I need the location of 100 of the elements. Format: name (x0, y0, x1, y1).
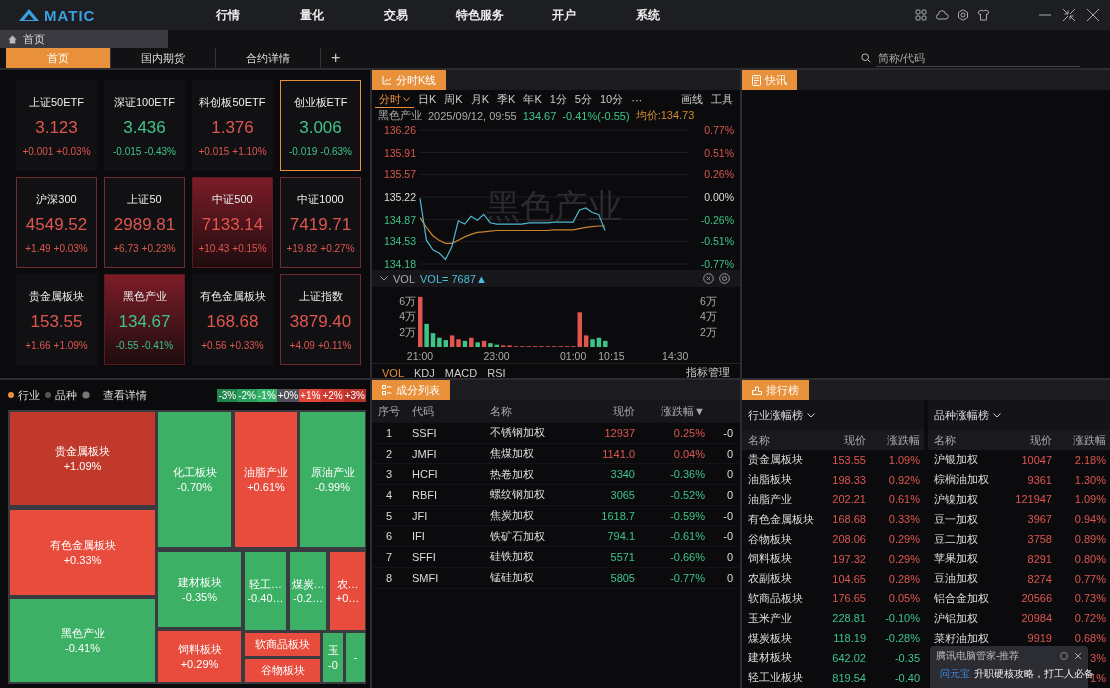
table-cell: 0.73% (1074, 592, 1106, 605)
period-tab[interactable]: 10分 (595, 92, 628, 107)
table-cell-text: -0.36% (669, 468, 705, 481)
index-tile[interactable]: 上证50 2989.81 +6.73 +0.23% (104, 177, 185, 268)
period-tab[interactable]: 月K (466, 92, 494, 107)
index-tile[interactable]: 创业板ETF 3.006 -0.019 -0.63% (280, 80, 361, 171)
nav-menu-item[interactable]: 量化 (282, 6, 342, 24)
page-tab[interactable]: 国内期货 (111, 48, 216, 68)
add-tab-button[interactable]: + (321, 49, 351, 67)
indicator-tab[interactable]: RSI (483, 366, 510, 378)
popup-brand-link[interactable]: 问元宝 (940, 667, 970, 681)
tile-value: 1.376 (211, 117, 254, 138)
page-tab[interactable]: 合约详情 (216, 48, 321, 68)
tile-percent: +0.03% (56, 145, 91, 157)
breadcrumb-label[interactable]: 首页 (23, 31, 45, 47)
close-icon[interactable] (1086, 8, 1100, 22)
tile-value: 153.55 (30, 311, 83, 332)
index-tile[interactable]: 黑色产业 134.67 -0.55 -0.41% (104, 274, 185, 365)
treemap-tile[interactable]: 贵金属板块 +1.09% (10, 412, 155, 505)
chart-tool-button[interactable]: 工具 (707, 92, 737, 107)
nav-menu-item[interactable]: 特色服务 (450, 6, 510, 24)
average-price: 均价:134.73 (635, 108, 695, 123)
mode-radio[interactable]: 品种 (45, 387, 77, 403)
column-header[interactable]: 涨跌幅▼ (635, 403, 705, 419)
table-cell: 煤炭板块 (748, 631, 792, 644)
table-cell: 0.05% (888, 592, 920, 605)
table-cell-text: 热卷加权 (490, 466, 535, 482)
period-tab[interactable]: ··· (627, 93, 647, 106)
chart-tool-button[interactable]: 画线 (677, 92, 707, 107)
column-header[interactable]: 名称 (490, 403, 580, 419)
cloud-icon[interactable] (935, 10, 949, 20)
tile-name: 黑色产业 (122, 288, 167, 304)
treemap-tile[interactable]: 有色金属板块 +0.33% (10, 510, 155, 595)
table-cell: 轻工业板块 (748, 671, 803, 684)
column-header[interactable]: 名称 (934, 432, 1006, 448)
treemap-tile[interactable]: 油脂产业 +0.61% (235, 412, 297, 547)
indicator-tab[interactable]: MACD (440, 366, 482, 378)
table-cell-text: 1618.7 (600, 509, 635, 522)
column-header[interactable]: 现价 (1006, 432, 1052, 448)
board-dropdown[interactable]: 行业涨幅榜 (748, 407, 803, 423)
shirt-icon[interactable] (977, 9, 990, 21)
nav-menu-item[interactable]: 交易 (366, 6, 426, 24)
column-header[interactable]: 现价 (580, 403, 635, 419)
column-header[interactable]: 代码 (404, 403, 490, 419)
mode-radio[interactable]: 行业 (8, 387, 40, 403)
tile-percent: +0.33% (229, 339, 264, 351)
chevron-down-icon[interactable] (993, 412, 1001, 418)
column-header[interactable]: 名称 (748, 432, 820, 448)
tile-name: 科创板50ETF (199, 94, 266, 110)
treemap-tile[interactable]: 软商品板块 (245, 633, 320, 656)
price-axis-label: 135.22 (383, 191, 416, 203)
period-tab[interactable]: 日K (414, 92, 441, 107)
treemap-tile[interactable]: 农… +0… (330, 552, 365, 630)
index-tile[interactable]: 中证500 7133.14 +10.43 +0.15% (192, 177, 273, 268)
treemap-tile[interactable]: 饲料板块 +0.29% (158, 631, 241, 682)
period-tab[interactable]: 1分 (545, 92, 571, 107)
tile-percent: +0.23% (141, 242, 176, 254)
column-header[interactable]: 序号 (372, 403, 404, 419)
indicator-manage-button[interactable]: 指标管理 (682, 365, 734, 378)
table-cell: 饲料板块 (748, 552, 792, 565)
treemap-tile[interactable]: 谷物板块 (245, 659, 320, 682)
tile-change: +1.66 (25, 339, 51, 351)
close-icon[interactable] (1074, 652, 1082, 660)
tile-percent: +0.11% (317, 339, 352, 351)
table-cell: -0.10% (885, 612, 920, 625)
indicator-tab[interactable]: VOL (378, 366, 408, 378)
index-tile[interactable]: 科创板50ETF 1.376 +0.015 +1.10% (192, 80, 273, 171)
volume-axis-label: 6万 (399, 294, 416, 307)
board-dropdown[interactable]: 品种涨幅榜 (934, 407, 989, 423)
period-tab[interactable]: 年K (519, 92, 546, 107)
index-tile[interactable]: 中证1000 7419.71 +19.82 +0.27% (280, 177, 361, 268)
home-icon (8, 34, 17, 44)
column-header[interactable]: 涨跌幅 (1052, 432, 1106, 448)
period-tab[interactable]: 分时 (375, 91, 414, 108)
apps-grid-icon[interactable] (915, 9, 927, 21)
period-tab[interactable]: 季K (493, 92, 520, 107)
close-circle-icon[interactable] (703, 273, 714, 284)
tile-percent: +0.15% (232, 242, 267, 254)
price-axis-label: 134.53 (383, 235, 416, 248)
index-tile[interactable]: 深证100ETF 3.436 -0.015 -0.43% (104, 80, 185, 171)
view-details-link[interactable]: 查看详情 (103, 387, 147, 403)
indicator-tab[interactable]: KDJ (410, 366, 439, 378)
table-cell-text: 0 (725, 468, 733, 481)
index-tile[interactable]: 上证指数 3879.40 +4.09 +0.11% (280, 274, 361, 365)
shrink-arrows-icon[interactable] (1062, 8, 1076, 22)
index-tile[interactable]: 上证50ETF 3.123 +0.001 +0.03% (16, 80, 97, 171)
tile-percent: +0.03% (53, 242, 88, 254)
nav-menu-item[interactable]: 系统 (618, 6, 678, 24)
period-tab[interactable]: 5分 (570, 92, 596, 107)
collapse-caret-icon[interactable] (380, 276, 388, 281)
period-tab[interactable]: 周K (440, 92, 467, 107)
index-tile[interactable]: 有色金属板块 168.68 +0.56 +0.33% (192, 274, 273, 365)
index-tile[interactable]: 沪深300 4549.52 +1.49 +0.03% (16, 177, 97, 268)
column-header[interactable]: 现价 (820, 432, 866, 448)
column-header[interactable]: 涨跌幅 (866, 432, 920, 448)
chevron-down-icon[interactable] (807, 412, 815, 418)
search-field[interactable]: 简称/代码 (876, 49, 1080, 67)
index-tile[interactable]: 贵金属板块 153.55 +1.66 +1.09% (16, 274, 97, 365)
nav-menu-item[interactable]: 行情 (198, 6, 258, 24)
nav-menu-item[interactable]: 开户 (534, 6, 594, 24)
